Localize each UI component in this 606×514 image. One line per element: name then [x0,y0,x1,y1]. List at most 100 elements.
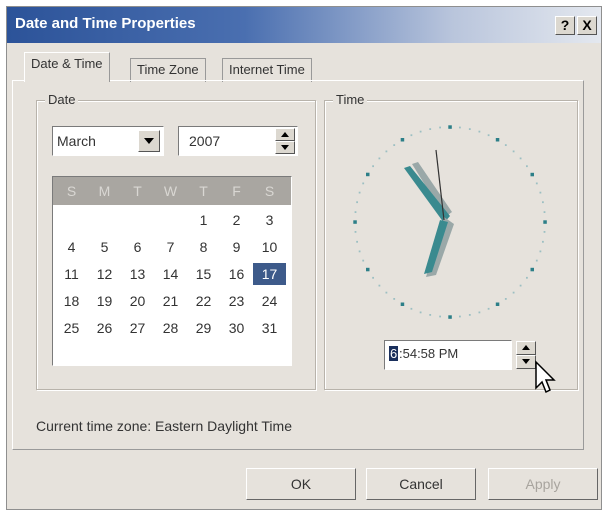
calendar-day[interactable]: 4 [55,236,88,258]
minute-marker [439,315,441,318]
calendar-day[interactable]: 22 [187,290,220,312]
year-down-button[interactable] [275,141,295,154]
year-input[interactable]: 2007 [178,126,298,156]
calendar-day[interactable]: 31 [253,317,286,339]
weekday-label: S [66,183,77,199]
time-rest[interactable]: :54:58 PM [399,346,458,361]
calendar-day[interactable]: 6 [121,236,154,258]
minute-marker [504,144,507,146]
minute-marker [459,315,461,318]
title-bar[interactable]: Date and Time Properties ? X [7,7,601,43]
tab-date-time[interactable]: Date & Time [24,52,110,82]
calendar-day[interactable]: 20 [121,290,154,312]
month-value: March [57,133,96,149]
apply-button[interactable]: Apply [488,468,598,500]
hour-marker [353,220,357,224]
calendar-day[interactable]: 24 [253,290,286,312]
arrow-up-icon [522,345,530,350]
minute-marker [356,240,358,243]
minute-marker [362,259,365,262]
ok-button[interactable]: OK [246,468,356,500]
calendar-day[interactable]: 27 [121,317,154,339]
calendar-day[interactable]: 9 [220,236,253,258]
time-hour-selected[interactable]: 6 [389,346,399,361]
calendar-day[interactable]: 5 [88,236,121,258]
minute-marker [543,211,546,213]
calendar-day[interactable]: 1 [187,209,220,231]
calendar-day[interactable]: 8 [187,236,220,258]
minute-marker [512,150,515,153]
hour-marker [400,138,405,142]
help-button[interactable]: ? [555,16,575,35]
analog-clock [353,125,547,319]
hour-marker [448,315,452,319]
calendar-day[interactable]: 26 [88,317,121,339]
calendar-day[interactable]: 21 [154,290,187,312]
minute-marker [512,291,515,294]
weekday-label: T [199,183,208,199]
current-timezone-label: Current time zone: Eastern Daylight Time [36,418,292,434]
year-up-button[interactable] [275,128,295,141]
hour-marker [366,267,370,272]
minute-marker [487,307,490,310]
minute-marker [468,128,471,130]
calendar-day[interactable]: 30 [220,317,253,339]
calendar-header: S M T W T F S [53,177,291,205]
minute-marker [535,182,538,185]
date-group-label: Date [45,92,79,107]
calendar-day[interactable]: 2 [220,209,253,231]
calendar-day[interactable]: 11 [55,263,88,285]
minute-marker [385,291,388,294]
tab-internet-time[interactable]: Internet Time [222,58,312,82]
calendar-day[interactable]: 13 [121,263,154,285]
calendar-day[interactable]: 12 [88,263,121,285]
calendar-day[interactable]: 3 [253,209,286,231]
minute-marker [356,201,358,204]
time-up-button[interactable] [516,341,536,355]
hour-marker [530,267,534,272]
minute-marker [526,165,528,168]
minute-marker [410,307,413,310]
calendar-day[interactable]: 17 [253,263,286,285]
tab-time-zone[interactable]: Time Zone [130,58,206,82]
calendar-day[interactable]: 7 [154,236,187,258]
calendar-day[interactable]: 14 [154,263,187,285]
minute-marker [543,231,546,233]
calendar-day[interactable]: 19 [88,290,121,312]
calendar-day[interactable]: 10 [253,236,286,258]
minute-marker [378,284,381,287]
minute-marker [519,157,522,160]
minute-marker [542,201,544,204]
close-button[interactable]: X [577,16,597,35]
hour-marker [530,172,534,177]
calendar-day[interactable]: 16 [220,263,253,285]
calendar-day[interactable]: 18 [55,290,88,312]
minute-marker [539,250,542,253]
minute-marker [358,191,361,194]
dropdown-button[interactable] [138,130,160,152]
minute-marker [354,211,357,213]
time-input[interactable]: 6 :54:58 PM [384,340,512,370]
calendar-day[interactable]: 29 [187,317,220,339]
calendar-day[interactable]: 25 [55,317,88,339]
minute-marker [393,144,396,146]
cancel-button[interactable]: Cancel [366,468,476,500]
calendar-day[interactable]: 23 [220,290,253,312]
weekday-label: F [232,183,241,199]
chevron-down-icon [144,138,154,144]
minute-marker [410,134,413,137]
minute-marker [429,314,432,316]
minute-marker [419,130,422,133]
calendar-day[interactable]: 28 [154,317,187,339]
time-down-button[interactable] [516,355,536,369]
month-select[interactable]: March [52,126,164,156]
hour-marker [495,138,500,142]
minute-marker [429,128,432,130]
calendar-day[interactable]: 15 [187,263,220,285]
minute-marker [362,182,365,185]
window-title: Date and Time Properties [15,15,196,32]
year-value: 2007 [189,133,221,149]
calendar: S M T W T F S 1 2 3 4 5 6 7 8 9 10 11 12 13 14 15 16 17 1… [52,176,292,366]
minute-marker [504,298,507,300]
minute-marker [372,276,374,279]
